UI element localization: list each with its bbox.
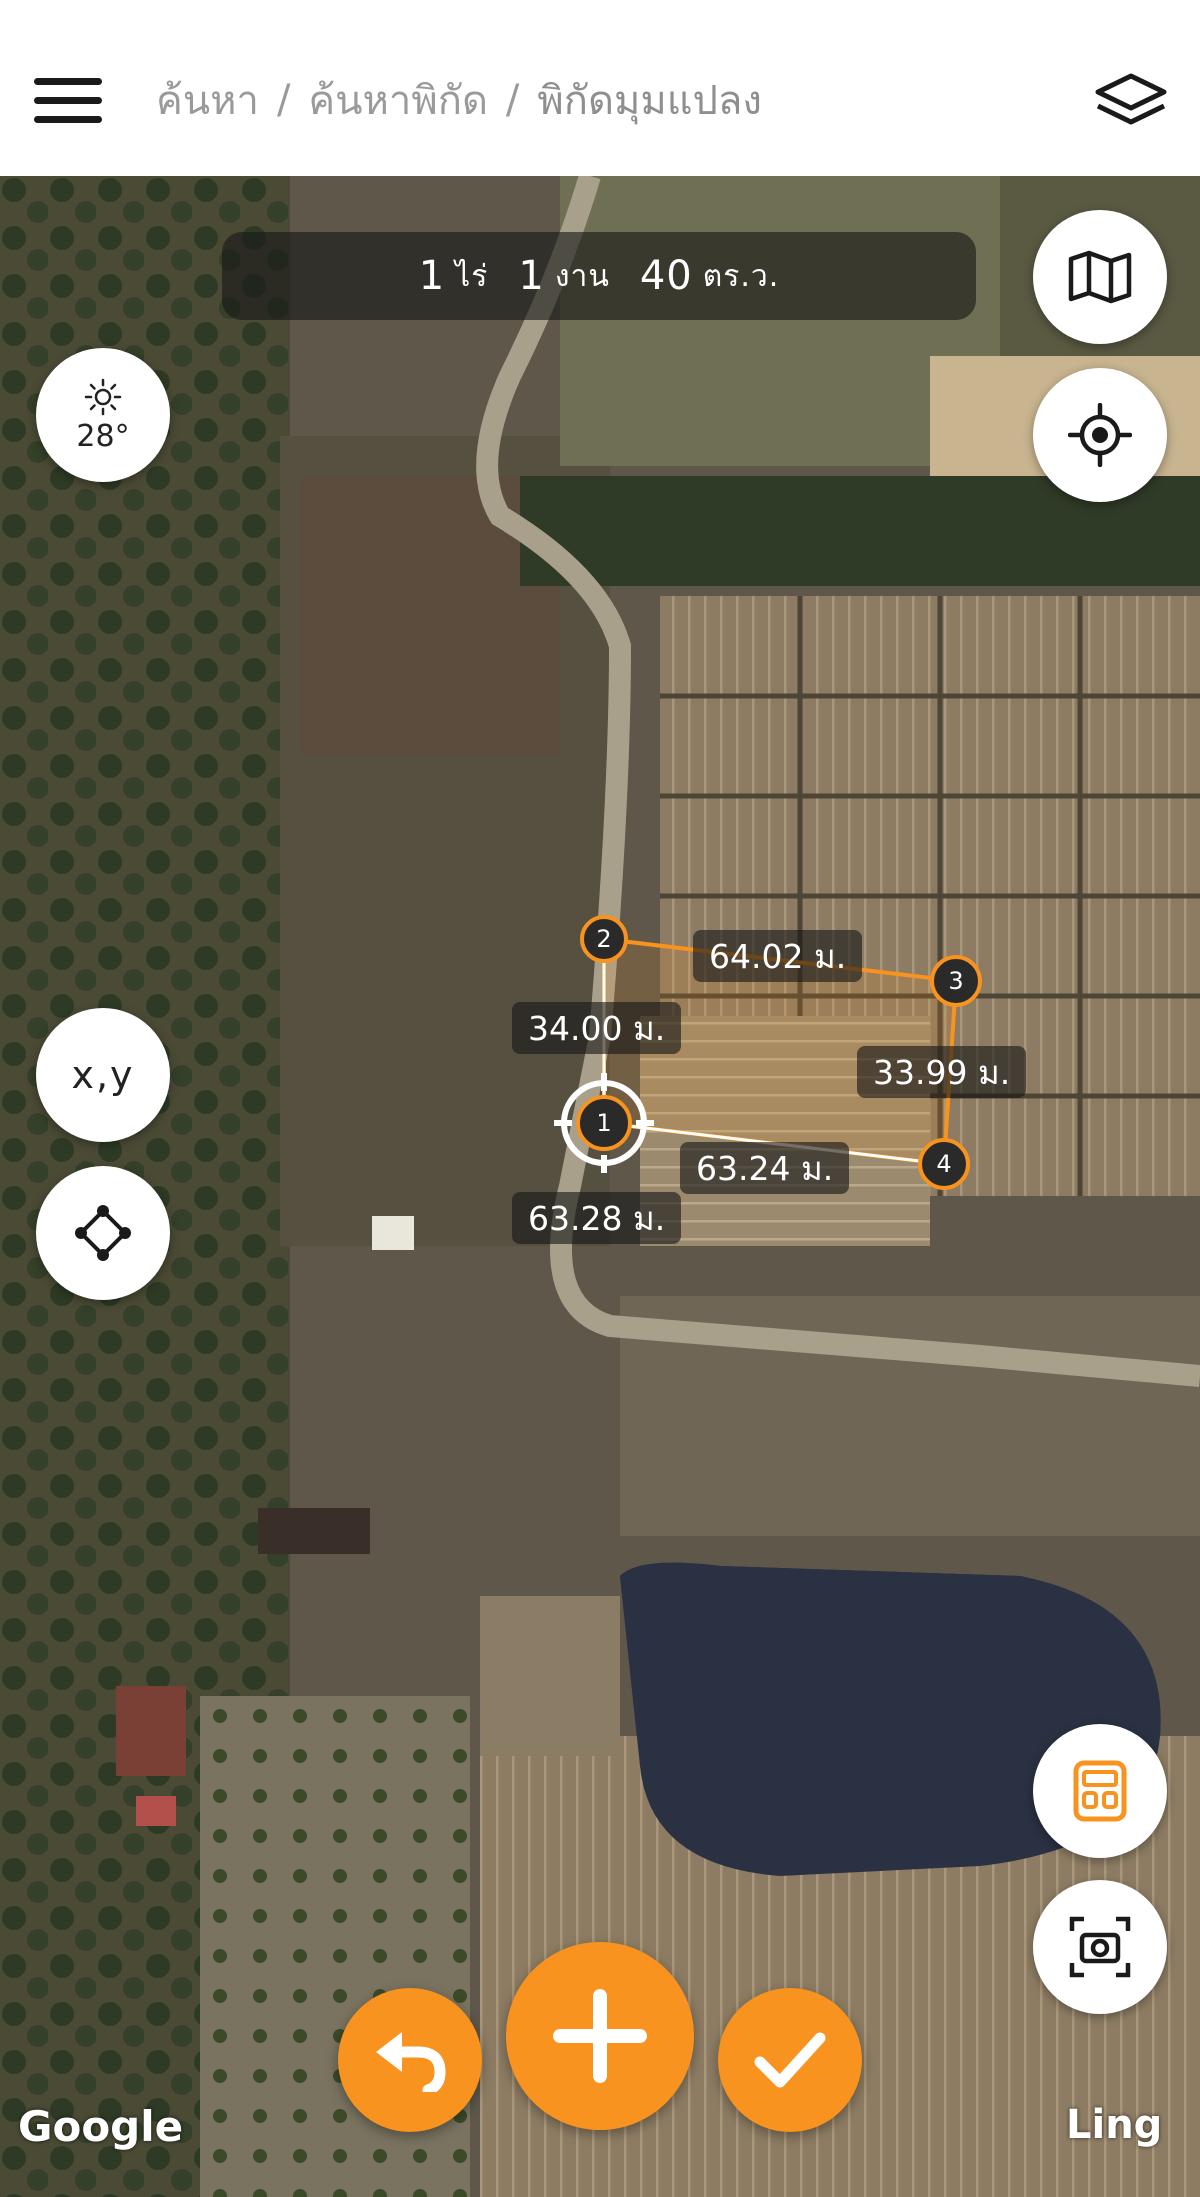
locate-button[interactable] bbox=[1033, 368, 1167, 502]
segment-length-alt: 63.28 ม. bbox=[512, 1192, 682, 1244]
check-icon bbox=[754, 2032, 826, 2088]
breadcrumb-search-coordinate[interactable]: ค้นหาพิกัด bbox=[308, 68, 488, 132]
area-ngan-unit: งาน bbox=[554, 258, 610, 294]
vertex-4[interactable]: 4 bbox=[918, 1138, 970, 1190]
temperature-label: 28° bbox=[76, 418, 130, 454]
crosshair-icon bbox=[1068, 403, 1132, 467]
add-point-button[interactable] bbox=[506, 1942, 694, 2130]
breadcrumb-separator: / bbox=[505, 77, 520, 123]
map-imagery bbox=[0, 176, 1200, 2197]
area-summary: 1 ไร่ 1 งาน 40 ตร.ว. bbox=[222, 232, 976, 320]
breadcrumb-search[interactable]: ค้นหา bbox=[156, 68, 259, 132]
ling-logo: Ling bbox=[1066, 2102, 1163, 2148]
segment-length-3-4: 33.99 ม. bbox=[857, 1046, 1027, 1098]
polygon-tool-button[interactable] bbox=[36, 1166, 170, 1300]
sun-icon bbox=[84, 378, 122, 415]
vertex-2-label: 2 bbox=[596, 925, 612, 953]
area-wa-value: 40 bbox=[639, 253, 693, 299]
vertex-2[interactable]: 2 bbox=[580, 915, 628, 963]
breadcrumb: ค้นหา / ค้นหาพิกัด / พิกัดมุมแปลง bbox=[156, 70, 762, 130]
weather-button[interactable]: 28° bbox=[36, 348, 170, 482]
segment-length-4-1: 63.24 ม. bbox=[680, 1142, 850, 1194]
map-icon bbox=[1068, 250, 1132, 304]
xy-label: x,y bbox=[71, 1053, 135, 1097]
segment-length-1-2: 34.00 ม. bbox=[512, 1002, 682, 1054]
coordinate-input-button[interactable]: x,y bbox=[36, 1008, 170, 1142]
vertex-3-label: 3 bbox=[948, 967, 964, 995]
plus-icon bbox=[553, 1989, 647, 2083]
confirm-button[interactable] bbox=[718, 1988, 862, 2132]
undo-button[interactable] bbox=[338, 1988, 482, 2132]
polygon-icon bbox=[75, 1205, 131, 1261]
menu-icon[interactable] bbox=[34, 78, 102, 124]
map-type-button[interactable] bbox=[1033, 210, 1167, 344]
breadcrumb-separator: / bbox=[276, 77, 291, 123]
google-logo: Google bbox=[18, 2102, 184, 2151]
vertex-1-selected[interactable]: 1 bbox=[554, 1073, 654, 1173]
calculator-button[interactable] bbox=[1033, 1724, 1167, 1858]
segment-length-2-3: 64.02 ม. bbox=[693, 930, 863, 982]
top-bar: ค้นหา / ค้นหาพิกัด / พิกัดมุมแปลง bbox=[0, 0, 1200, 176]
screenshot-button[interactable] bbox=[1033, 1880, 1167, 2014]
area-rai-value: 1 bbox=[418, 253, 446, 299]
layers-icon[interactable] bbox=[1092, 70, 1170, 130]
satellite-map[interactable]: 1 ไร่ 1 งาน 40 ตร.ว. 28° x,y 2 3 4 1 64.… bbox=[0, 176, 1200, 2197]
calculator-icon bbox=[1073, 1760, 1127, 1822]
vertex-3[interactable]: 3 bbox=[930, 955, 982, 1007]
camera-icon bbox=[1069, 1916, 1131, 1978]
area-ngan-value: 1 bbox=[518, 253, 545, 299]
area-rai-unit: ไร่ bbox=[455, 258, 489, 294]
undo-icon bbox=[376, 2032, 446, 2092]
breadcrumb-plot-corner: พิกัดมุมแปลง bbox=[537, 78, 762, 124]
vertex-1-label: 1 bbox=[596, 1109, 612, 1137]
area-wa-unit: ตร.ว. bbox=[702, 258, 780, 294]
vertex-4-label: 4 bbox=[936, 1150, 952, 1178]
